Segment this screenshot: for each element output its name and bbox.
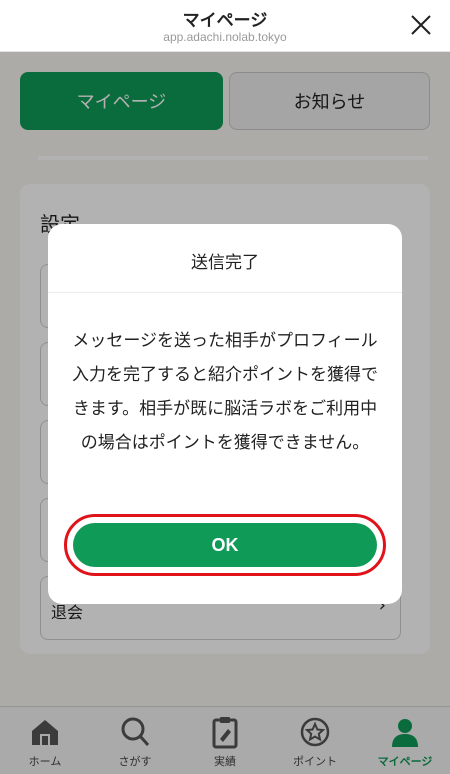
close-icon[interactable] — [406, 10, 436, 40]
dialog-message: メッセージを送った相手がプロフィール入力を完了すると紹介ポイントを獲得できます。… — [72, 331, 378, 453]
confirmation-dialog: 送信完了 メッセージを送った相手がプロフィール入力を完了すると紹介ポイントを獲得… — [48, 224, 402, 604]
browser-url: app.adachi.nolab.tokyo — [163, 30, 287, 44]
close-button[interactable] — [406, 10, 436, 40]
dialog-title: 送信完了 — [191, 253, 259, 273]
ok-button-highlight: OK — [64, 514, 386, 576]
browser-title: マイページ — [182, 11, 268, 31]
dialog-divider — [48, 292, 402, 293]
ok-button[interactable]: OK — [73, 523, 377, 567]
browser-header: マイページ app.adachi.nolab.tokyo — [0, 0, 450, 52]
